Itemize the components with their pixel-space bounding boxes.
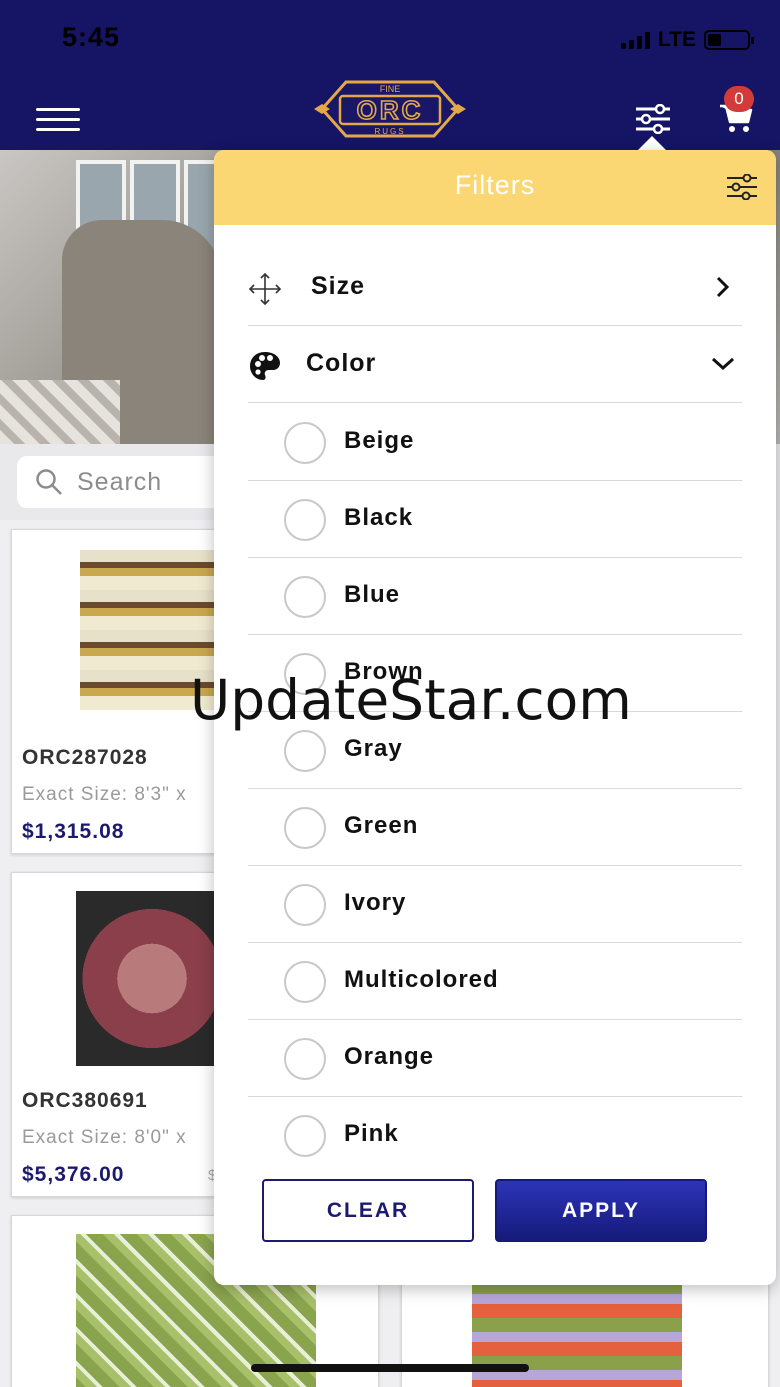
status-time: 5:45 [62,22,121,52]
color-option-green[interactable]: Green [248,789,742,866]
radio-button[interactable] [284,961,326,1003]
product-image [76,891,228,1066]
clear-button[interactable]: CLEAR [262,1179,474,1242]
battery-icon [704,30,754,50]
filters-title: Filters [454,170,536,200]
orc-logo[interactable]: FINE ORC RUGS [312,74,468,144]
product-code: ORC380691 [22,1089,148,1112]
product-size: Exact Size: 8'3" x [22,784,187,805]
color-option-pink[interactable]: Pink [248,1097,742,1174]
color-option-label: Orange [344,1043,435,1070]
menu-icon[interactable] [36,108,80,136]
radio-button[interactable] [284,499,326,541]
radio-button[interactable] [284,730,326,772]
watermark-text: UpdateStar.com [190,668,632,732]
chevron-down-icon [711,357,735,371]
color-option-label: Multicolored [344,966,499,993]
radio-button[interactable] [284,884,326,926]
chevron-right-icon [716,276,730,298]
color-option-orange[interactable]: Orange [248,1020,742,1097]
search-icon [36,469,62,495]
color-option-label: Gray [344,735,403,762]
apply-button[interactable]: APPLY [495,1179,707,1242]
filter-section-label: Size [311,272,366,300]
color-option-label: Green [344,812,419,839]
product-size: Exact Size: 8'0" x [22,1127,187,1148]
color-option-label: Blue [344,581,401,608]
sliders-icon[interactable] [634,103,672,135]
cart-count-badge: 0 [724,86,754,112]
product-price: $5,376.00 [22,1163,125,1186]
color-option-multicolored[interactable]: Multicolored [248,943,742,1020]
radio-button[interactable] [284,576,326,618]
product-code: ORC287028 [22,746,148,769]
signal-icon [620,31,650,49]
status-indicators: LTE [620,28,754,52]
logo-orc-text: ORC [357,95,424,125]
logo-rugs-text: RUGS [374,127,405,136]
logo-fine-text: FINE [380,84,401,94]
color-option-black[interactable]: Black [248,481,742,558]
color-option-label: Black [344,504,414,531]
color-option-blue[interactable]: Blue [248,558,742,635]
color-option-label: Pink [344,1120,399,1147]
product-price: $1,315.08 [22,820,125,843]
home-indicator[interactable] [251,1364,529,1372]
radio-button[interactable] [284,1115,326,1157]
radio-button[interactable] [284,422,326,464]
color-option-label: Beige [344,427,415,454]
filter-section-size[interactable]: Size [248,250,742,326]
filter-section-color[interactable]: Color [248,327,742,403]
palette-icon [250,352,280,380]
sliders-icon[interactable] [726,173,758,201]
filter-section-label: Color [306,349,377,377]
radio-button[interactable] [284,807,326,849]
color-option-label: Ivory [344,889,407,916]
color-option-beige[interactable]: Beige [248,404,742,481]
color-option-ivory[interactable]: Ivory [248,866,742,943]
network-label: LTE [657,28,696,51]
filters-header: Filters [214,150,776,225]
radio-button[interactable] [284,1038,326,1080]
move-arrows-icon [248,272,282,306]
